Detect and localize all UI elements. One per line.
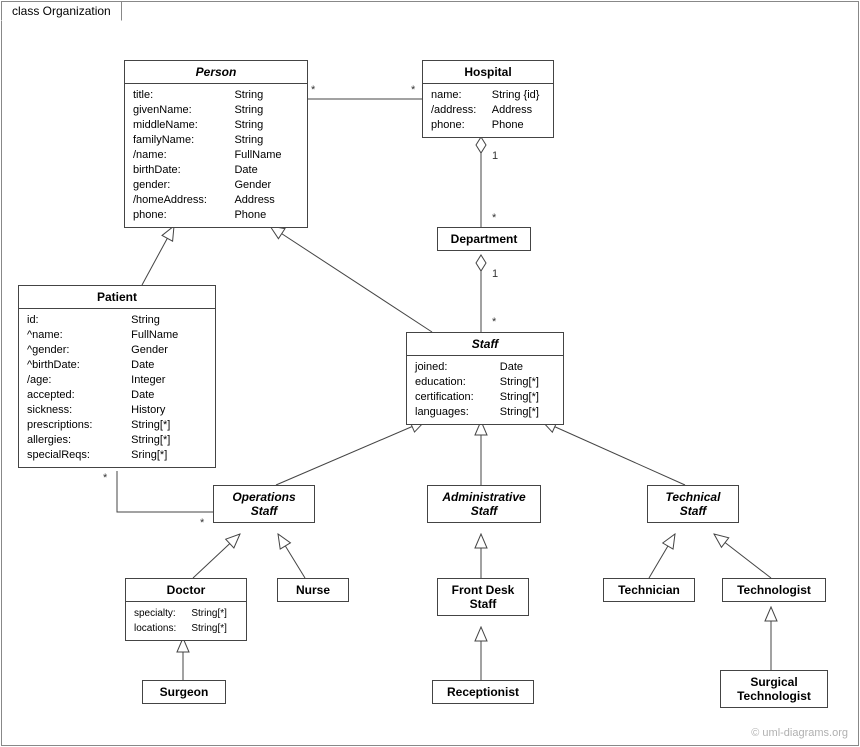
class-surgeon: Surgeon [142,680,226,704]
class-technical-staff: Technical Staff [647,485,739,523]
class-title-hospital: Hospital [423,61,553,84]
class-front-desk-staff: Front Desk Staff [437,578,529,616]
class-technologist: Technologist [722,578,826,602]
class-title-department: Department [438,228,530,250]
class-title-admin: Administrative Staff [428,486,540,522]
diagram-frame: class Organization [1,1,859,746]
mult-person-star: * [311,84,315,96]
class-attrs-person: title:StringgivenName:StringmiddleName:S… [125,84,307,227]
mult-hosp-dept-star: * [492,212,496,224]
mult-dept-staff-1: 1 [492,268,498,280]
class-title-receptionist: Receptionist [433,681,533,703]
class-title-surgtech: Surgical Technologist [721,671,827,707]
class-title-technician: Technician [604,579,694,601]
class-title-nurse: Nurse [278,579,348,601]
class-nurse: Nurse [277,578,349,602]
class-staff: Staff joined:Dateeducation:String[*]cert… [406,332,564,425]
mult-hosp-dept-1: 1 [492,150,498,162]
class-patient: Patient id:String^name:FullName^gender:G… [18,285,216,468]
class-title-person: Person [125,61,307,84]
frame-title: class Organization [1,1,122,21]
mult-patient-ops-a: * [103,472,107,484]
class-title-staff: Staff [407,333,563,356]
class-person: Person title:StringgivenName:Stringmiddl… [124,60,308,228]
class-title-surgeon: Surgeon [143,681,225,703]
class-surgical-technologist: Surgical Technologist [720,670,828,708]
class-title-technologist: Technologist [723,579,825,601]
class-department: Department [437,227,531,251]
class-attrs-patient: id:String^name:FullName^gender:Gender^bi… [19,309,215,467]
class-attrs-hospital: name:String {id}/address:Addressphone:Ph… [423,84,553,137]
class-attrs-doctor: specialty:String[*]locations:String[*] [126,602,246,640]
class-title-doctor: Doctor [126,579,246,602]
class-doctor: Doctor specialty:String[*]locations:Stri… [125,578,247,641]
mult-patient-ops-b: * [200,517,204,529]
class-attrs-staff: joined:Dateeducation:String[*]certificat… [407,356,563,424]
class-title-frontdesk: Front Desk Staff [438,579,528,615]
class-hospital: Hospital name:String {id}/address:Addres… [422,60,554,138]
class-receptionist: Receptionist [432,680,534,704]
class-title-tech: Technical Staff [648,486,738,522]
class-title-ops: Operations Staff [214,486,314,522]
mult-hospital-star: * [411,84,415,96]
watermark: © uml-diagrams.org [751,727,848,739]
class-administrative-staff: Administrative Staff [427,485,541,523]
class-title-patient: Patient [19,286,215,309]
class-operations-staff: Operations Staff [213,485,315,523]
class-technician: Technician [603,578,695,602]
mult-dept-staff-star: * [492,316,496,328]
